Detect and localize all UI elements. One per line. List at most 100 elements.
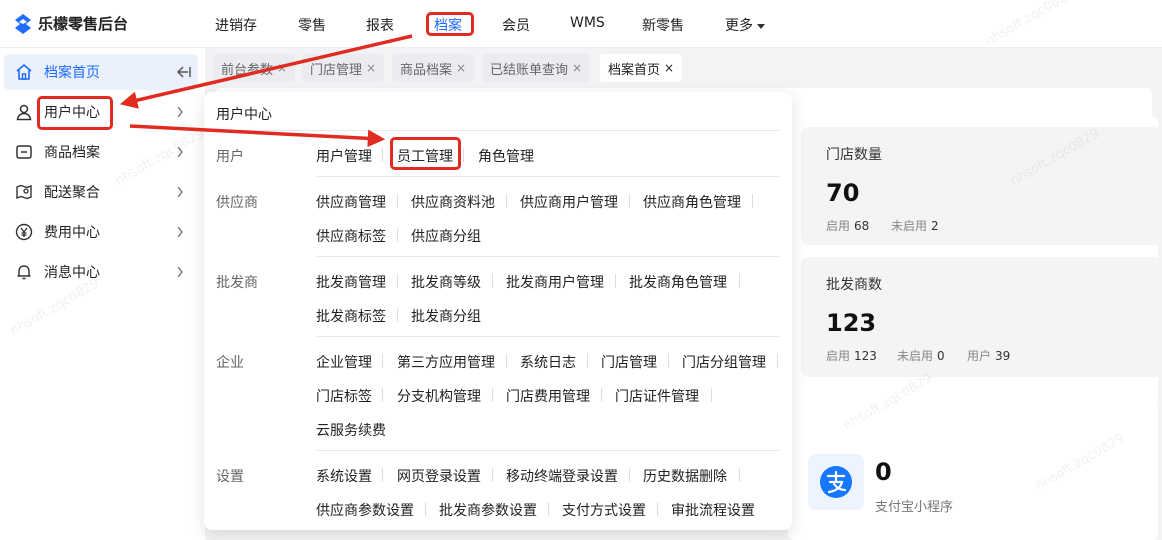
tab-front-params[interactable]: 前台参数 × — [213, 54, 296, 82]
user-center-dropdown: 用户中心 用户 用户管理 员工管理 角色管理 供应商 供应商管理 供应商资料池 … — [204, 92, 792, 530]
topnav-member[interactable]: 会员 — [502, 15, 530, 35]
store-disabled-label: 未启用 — [891, 219, 928, 233]
tab-archive-home[interactable]: 档案首页 × — [600, 54, 683, 82]
alipay-miniapp-label: 支付宝小程序 — [875, 500, 954, 515]
yen-icon — [15, 223, 33, 241]
sidebar-item-archive-home[interactable]: 档案首页 — [4, 54, 198, 90]
wholesaler-disabled-value: 0 — [937, 349, 945, 363]
separator — [739, 274, 740, 288]
topnav-new-retail[interactable]: 新零售 — [642, 15, 684, 35]
alipay-icon[interactable] — [808, 454, 864, 510]
divider — [216, 130, 780, 131]
link-wholesaler-params[interactable]: 批发商参数设置 — [439, 500, 537, 520]
link-enterprise-management[interactable]: 企业管理 — [316, 352, 372, 372]
store-count-card[interactable]: 门店数量 70 启用 68 未启用 2 — [801, 127, 1162, 245]
dropdown-title: 用户中心 — [216, 107, 272, 123]
link-payment-settings[interactable]: 支付方式设置 — [562, 500, 646, 520]
highlight-box-employee-management — [390, 137, 461, 170]
tab-label: 商品档案 — [400, 62, 453, 78]
delivery-map-icon — [16, 184, 32, 200]
separator — [397, 194, 398, 208]
tab-product-archive[interactable]: 商品档案 × — [392, 54, 475, 82]
tab-settled-bills[interactable]: 已结账单查询 × — [482, 54, 591, 82]
link-supplier-tags[interactable]: 供应商标签 — [316, 226, 386, 246]
separator — [739, 468, 740, 482]
separator — [601, 388, 602, 402]
separator — [425, 502, 426, 516]
topnav-reports[interactable]: 报表 — [366, 15, 394, 35]
separator — [382, 388, 383, 402]
highlight-box-archive — [426, 12, 474, 36]
link-cloud-service-renewal[interactable]: 云服务续费 — [316, 420, 386, 440]
link-branch-management[interactable]: 分支机构管理 — [397, 386, 481, 406]
separator — [548, 502, 549, 516]
link-history-data-deletion[interactable]: 历史数据删除 — [643, 466, 727, 486]
link-wholesaler-role-management[interactable]: 批发商角色管理 — [629, 272, 727, 292]
app-logo[interactable]: 乐檬零售后台 — [14, 13, 128, 34]
link-third-party-apps[interactable]: 第三方应用管理 — [397, 352, 495, 372]
separator — [492, 388, 493, 402]
tab-strip: 前台参数 × 门店管理 × 商品档案 × 已结账单查询 × 档案首页 × — [205, 48, 1162, 88]
link-supplier-groups[interactable]: 供应商分组 — [411, 226, 481, 246]
topnav-more[interactable]: 更多 — [725, 15, 765, 35]
topnav-wms[interactable]: WMS — [570, 15, 605, 31]
separator — [506, 194, 507, 208]
link-supplier-role-management[interactable]: 供应商角色管理 — [643, 192, 741, 212]
link-mobile-login-settings[interactable]: 移动终端登录设置 — [506, 466, 618, 486]
link-supplier-user-management[interactable]: 供应商用户管理 — [520, 192, 618, 212]
separator — [506, 354, 507, 368]
tab-close-icon[interactable]: × — [572, 61, 582, 75]
top-bar: 乐檬零售后台 进销存 零售 报表 档案 会员 WMS 新零售 更多 — [0, 0, 1162, 48]
chevron-right-icon — [177, 226, 183, 238]
topnav-inventory[interactable]: 进销存 — [215, 15, 257, 35]
link-supplier-pool[interactable]: 供应商资料池 — [411, 192, 495, 212]
sidebar-item-label: 商品档案 — [44, 145, 100, 161]
tab-store-management[interactable]: 门店管理 × — [302, 54, 385, 82]
tab-close-icon[interactable]: × — [664, 61, 674, 75]
link-user-management[interactable]: 用户管理 — [316, 146, 372, 166]
link-role-management[interactable]: 角色管理 — [478, 146, 534, 166]
tab-close-icon[interactable]: × — [456, 61, 466, 75]
wholesaler-count-card[interactable]: 批发商数 123 启用 123 未启用 0 用户 39 — [801, 257, 1162, 377]
link-supplier-params[interactable]: 供应商参数设置 — [316, 500, 414, 520]
sidebar-item-message-center[interactable]: 消息中心 — [0, 254, 200, 290]
separator — [463, 148, 464, 162]
link-wholesaler-management[interactable]: 批发商管理 — [316, 272, 386, 292]
store-enabled-label: 启用 — [826, 219, 851, 233]
link-store-group-management[interactable]: 门店分组管理 — [682, 352, 766, 372]
link-approval-flow-settings[interactable]: 审批流程设置 — [671, 500, 755, 520]
chevron-right-icon — [177, 186, 183, 198]
separator — [397, 274, 398, 288]
separator — [752, 194, 753, 208]
link-store-fee-management[interactable]: 门店费用管理 — [506, 386, 590, 406]
wholesaler-count-title: 批发商数 — [826, 277, 882, 293]
sidebar-item-fee-center[interactable]: 费用中心 — [0, 214, 200, 250]
sidebar-item-delivery[interactable]: 配送聚合 — [0, 174, 200, 210]
wholesaler-enabled: 启用 123 — [826, 347, 877, 364]
topnav-retail[interactable]: 零售 — [298, 15, 326, 35]
separator — [777, 354, 778, 368]
tab-close-icon[interactable]: × — [277, 61, 287, 75]
link-system-log[interactable]: 系统日志 — [520, 352, 576, 372]
link-store-tags[interactable]: 门店标签 — [316, 386, 372, 406]
sidebar-item-product-archive[interactable]: 商品档案 — [0, 134, 200, 170]
link-store-certificate-management[interactable]: 门店证件管理 — [615, 386, 699, 406]
link-wholesaler-groups[interactable]: 批发商分组 — [411, 306, 481, 326]
link-wholesaler-levels[interactable]: 批发商等级 — [411, 272, 481, 292]
link-system-settings[interactable]: 系统设置 — [316, 466, 372, 486]
separator — [382, 354, 383, 368]
logo-icon — [15, 13, 31, 34]
wholesaler-users-label: 用户 — [967, 349, 992, 363]
store-enabled-value: 68 — [854, 219, 870, 233]
chevron-right-icon — [177, 106, 183, 118]
link-wholesaler-tags[interactable]: 批发商标签 — [316, 306, 386, 326]
link-supplier-management[interactable]: 供应商管理 — [316, 192, 386, 212]
tab-close-icon[interactable]: × — [366, 61, 376, 75]
link-store-management[interactable]: 门店管理 — [601, 352, 657, 372]
group-label-user: 用户 — [216, 149, 244, 165]
link-web-login-settings[interactable]: 网页登录设置 — [397, 466, 481, 486]
tab-label: 前台参数 — [221, 62, 274, 78]
link-wholesaler-user-management[interactable]: 批发商用户管理 — [506, 272, 604, 292]
separator — [615, 274, 616, 288]
collapse-sidebar-icon[interactable] — [176, 65, 192, 79]
